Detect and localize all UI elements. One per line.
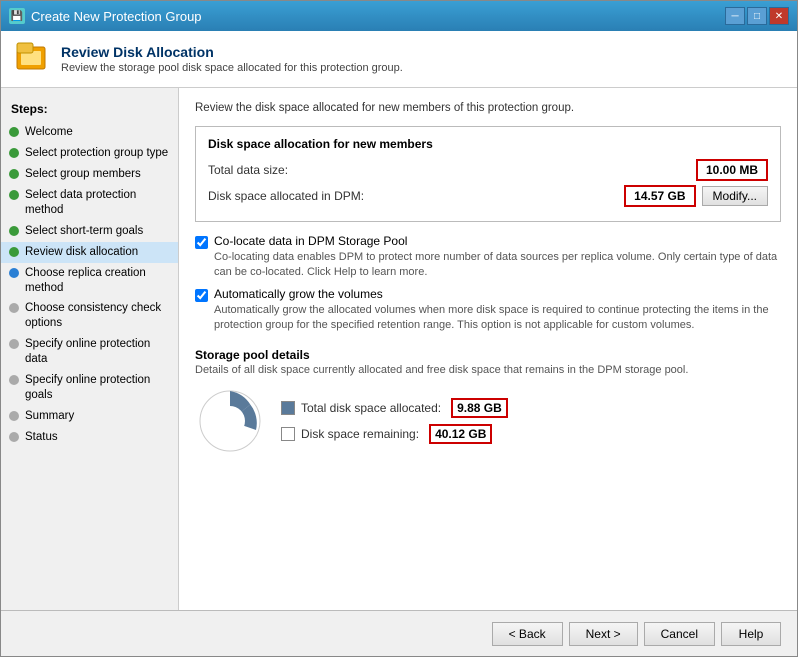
dot-summary xyxy=(9,411,19,421)
section-description: Review the disk space allocated for new … xyxy=(195,102,781,114)
storage-pool-desc: Details of all disk space currently allo… xyxy=(195,364,781,376)
dot-consistency-check xyxy=(9,303,19,313)
sidebar-item-group-members[interactable]: Select group members xyxy=(1,164,178,185)
maximize-button[interactable]: □ xyxy=(747,7,767,25)
colocate-checkbox[interactable] xyxy=(195,236,208,249)
header-title: Review Disk Allocation xyxy=(61,44,403,60)
main-window: 💾 Create New Protection Group ─ □ ✕ Revi… xyxy=(0,0,798,657)
auto-grow-checkbox[interactable] xyxy=(195,289,208,302)
auto-grow-text-area: Automatically grow the volumes Automatic… xyxy=(214,287,781,334)
storage-pool-content: Total disk space allocated: 9.88 GB Disk… xyxy=(195,386,781,456)
disk-box-title: Disk space allocation for new members xyxy=(208,137,768,151)
legend-allocated-row: Total disk space allocated: 9.88 GB xyxy=(281,398,508,418)
sidebar-item-protection-group-type[interactable]: Select protection group type xyxy=(1,143,178,164)
total-data-size-value: 10.00 MB xyxy=(696,159,768,181)
disk-space-row: Disk space allocated in DPM: 14.57 GB Mo… xyxy=(208,185,768,207)
auto-grow-desc: Automatically grow the allocated volumes… xyxy=(214,303,781,334)
sidebar-label-online-protection-data: Specify online protection data xyxy=(25,337,170,367)
dot-status xyxy=(9,432,19,442)
total-data-size-label: Total data size: xyxy=(208,163,696,177)
sidebar-item-online-protection-data[interactable]: Specify online protection data xyxy=(1,334,178,370)
sidebar-label-online-protection-goals: Specify online protection goals xyxy=(25,373,170,403)
back-button[interactable]: < Back xyxy=(492,622,563,646)
window-controls: ─ □ ✕ xyxy=(725,7,789,25)
header-text: Review Disk Allocation Review the storag… xyxy=(61,44,403,74)
disk-allocation-box: Disk space allocation for new members To… xyxy=(195,126,781,222)
sidebar-item-status[interactable]: Status xyxy=(1,427,178,448)
sidebar-label-protection-group-type: Select protection group type xyxy=(25,146,168,161)
sidebar-label-short-term-goals: Select short-term goals xyxy=(25,224,143,239)
pie-chart xyxy=(195,386,265,456)
title-bar: 💾 Create New Protection Group ─ □ ✕ xyxy=(1,1,797,31)
legend-allocated-value: 9.88 GB xyxy=(451,398,508,418)
sidebar-label-group-members: Select group members xyxy=(25,167,141,182)
disk-space-label: Disk space allocated in DPM: xyxy=(208,189,624,203)
dot-protection-group-type xyxy=(9,148,19,158)
dot-online-protection-goals xyxy=(9,375,19,385)
legend-allocated-label: Total disk space allocated: xyxy=(301,401,441,415)
dot-data-protection-method xyxy=(9,190,19,200)
main-content: Review the disk space allocated for new … xyxy=(179,88,797,610)
window-icon: 💾 xyxy=(9,8,25,24)
legend-area: Total disk space allocated: 9.88 GB Disk… xyxy=(281,398,508,444)
auto-grow-label: Automatically grow the volumes xyxy=(214,287,781,301)
dot-replica-creation-method xyxy=(9,268,19,278)
dot-review-disk-allocation xyxy=(9,247,19,257)
sidebar-item-data-protection-method[interactable]: Select data protection method xyxy=(1,185,178,221)
dot-welcome xyxy=(9,127,19,137)
minimize-button[interactable]: ─ xyxy=(725,7,745,25)
storage-pool-title: Storage pool details xyxy=(195,348,781,362)
cancel-button[interactable]: Cancel xyxy=(644,622,715,646)
window-title: Create New Protection Group xyxy=(31,9,725,24)
close-button[interactable]: ✕ xyxy=(769,7,789,25)
dot-short-term-goals xyxy=(9,226,19,236)
disk-space-value: 14.57 GB xyxy=(624,185,695,207)
legend-remaining-label: Disk space remaining: xyxy=(301,427,419,441)
sidebar: Steps: Welcome Select protection group t… xyxy=(1,88,179,610)
content-area: Steps: Welcome Select protection group t… xyxy=(1,88,797,610)
colocate-desc: Co-locating data enables DPM to protect … xyxy=(214,250,781,281)
sidebar-item-replica-creation-method[interactable]: Choose replica creation method xyxy=(1,263,178,299)
sidebar-label-replica-creation-method: Choose replica creation method xyxy=(25,266,170,296)
sidebar-label-status: Status xyxy=(25,430,58,445)
dot-group-members xyxy=(9,169,19,179)
sidebar-label-summary: Summary xyxy=(25,409,74,424)
footer: < Back Next > Cancel Help xyxy=(1,610,797,656)
colocate-label: Co-locate data in DPM Storage Pool xyxy=(214,234,781,248)
sidebar-item-short-term-goals[interactable]: Select short-term goals xyxy=(1,221,178,242)
steps-label: Steps: xyxy=(1,98,178,122)
sidebar-label-welcome: Welcome xyxy=(25,125,73,140)
sidebar-label-review-disk-allocation: Review disk allocation xyxy=(25,245,138,260)
dot-online-protection-data xyxy=(9,339,19,349)
legend-allocated-color xyxy=(281,401,295,415)
next-button[interactable]: Next > xyxy=(569,622,638,646)
header-icon xyxy=(15,41,51,77)
legend-remaining-value: 40.12 GB xyxy=(429,424,492,444)
total-data-size-row: Total data size: 10.00 MB xyxy=(208,159,768,181)
legend-remaining-row: Disk space remaining: 40.12 GB xyxy=(281,424,508,444)
storage-pool-section: Storage pool details Details of all disk… xyxy=(195,348,781,456)
auto-grow-row: Automatically grow the volumes Automatic… xyxy=(195,287,781,334)
sidebar-item-consistency-check[interactable]: Choose consistency check options xyxy=(1,298,178,334)
sidebar-label-consistency-check: Choose consistency check options xyxy=(25,301,170,331)
colocate-text-area: Co-locate data in DPM Storage Pool Co-lo… xyxy=(214,234,781,281)
header: Review Disk Allocation Review the storag… xyxy=(1,31,797,88)
help-button[interactable]: Help xyxy=(721,622,781,646)
sidebar-label-data-protection-method: Select data protection method xyxy=(25,188,170,218)
sidebar-item-review-disk-allocation[interactable]: Review disk allocation xyxy=(1,242,178,263)
legend-remaining-color xyxy=(281,427,295,441)
sidebar-item-online-protection-goals[interactable]: Specify online protection goals xyxy=(1,370,178,406)
header-description: Review the storage pool disk space alloc… xyxy=(61,62,403,74)
modify-button[interactable]: Modify... xyxy=(702,186,768,206)
colocate-row: Co-locate data in DPM Storage Pool Co-lo… xyxy=(195,234,781,281)
sidebar-item-welcome[interactable]: Welcome xyxy=(1,122,178,143)
sidebar-item-summary[interactable]: Summary xyxy=(1,406,178,427)
